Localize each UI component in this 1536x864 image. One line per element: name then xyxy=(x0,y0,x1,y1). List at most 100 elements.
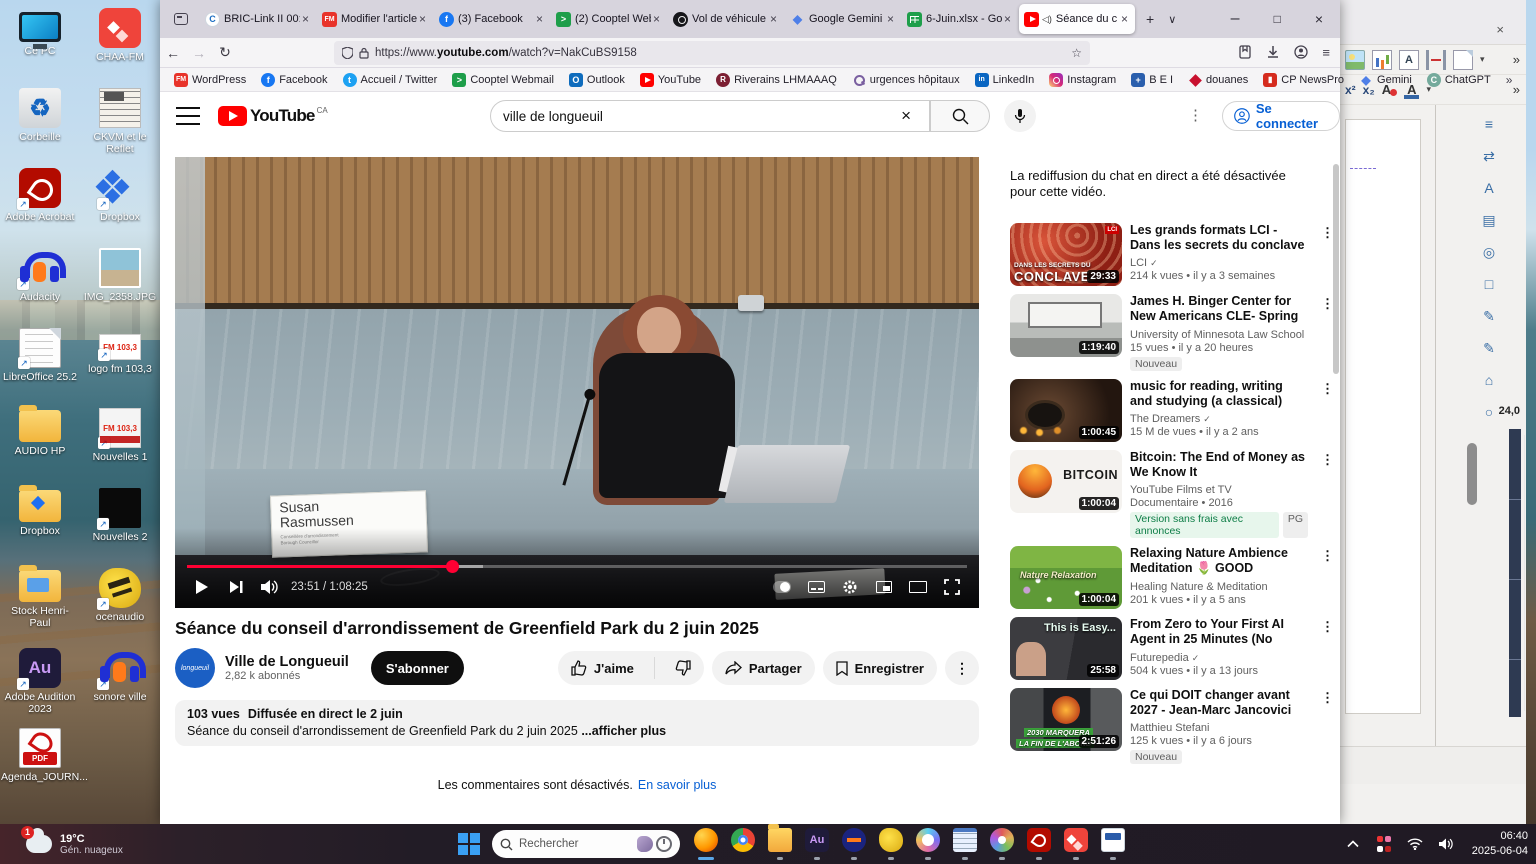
bookmark-item[interactable]: OOutlook xyxy=(569,73,625,87)
desktop-icon[interactable]: ↗LibreOffice 25.2 xyxy=(1,324,79,404)
list-tabs-icon[interactable]: ∨ xyxy=(1168,13,1176,26)
learn-more-link[interactable]: En savoir plus xyxy=(638,778,717,792)
desktop-icon[interactable]: Dropbox xyxy=(1,484,79,564)
taskbar-app-anydesk[interactable] xyxy=(1064,828,1088,860)
browser-tab[interactable]: 6-Juin.xlsx - Goo× xyxy=(902,4,1018,34)
video-thumbnail[interactable]: Nature Relaxation1:00:04 xyxy=(1010,546,1122,609)
bookmark-item[interactable]: CChatGPT xyxy=(1427,73,1491,87)
tab-close-icon[interactable]: × xyxy=(417,12,428,26)
bookmark-item[interactable]: ◆Gemini xyxy=(1359,73,1412,87)
tab-close-icon[interactable]: × xyxy=(768,12,779,26)
toolbar-overflow-icon[interactable]: » xyxy=(1513,52,1520,67)
maximize-button[interactable]: □ xyxy=(1257,12,1298,26)
sidebar-menu-icon[interactable]: ≡ xyxy=(1477,113,1501,135)
desktop-icon[interactable]: FM 103,3↗logo fm 103,3 xyxy=(81,324,159,404)
video-thumbnail[interactable]: 1:19:40 xyxy=(1010,294,1122,357)
desktop-icon[interactable]: AUDIO HP xyxy=(1,404,79,484)
play-button[interactable] xyxy=(185,573,219,601)
desktop-icon[interactable]: ↗ocenaudio xyxy=(81,564,159,644)
video-title[interactable]: Ce qui DOIT changer avant 2027 - Jean-Ma… xyxy=(1130,688,1308,719)
tab-close-icon[interactable]: × xyxy=(1119,12,1130,26)
suggested-video[interactable]: 2030 MARQUERALA FIN DE L'ABOND2:51:26 Ce … xyxy=(1010,688,1334,764)
bookmark-item[interactable]: fFacebook xyxy=(261,73,327,87)
desktop-icon[interactable]: ↗Dropbox xyxy=(81,164,159,244)
desktop-icon[interactable]: FM 103,3↗Nouvelles 1 xyxy=(81,404,159,484)
browser-tab[interactable]: Vol de véhicule× xyxy=(668,4,784,34)
subtitles-icon[interactable] xyxy=(799,573,833,601)
video-title[interactable]: Les grands formats LCI - Dans les secret… xyxy=(1130,223,1308,254)
insert-field-icon[interactable] xyxy=(1453,50,1473,70)
theater-mode-icon[interactable] xyxy=(901,573,935,601)
channel-name[interactable]: Ville de Longueuil xyxy=(225,654,349,670)
like-button[interactable]: J'aime xyxy=(558,651,647,685)
page-scrollbar[interactable] xyxy=(1333,164,1339,804)
taskbar-app-explorer[interactable] xyxy=(768,828,792,860)
gallery-icon[interactable]: ▤ xyxy=(1477,209,1501,231)
suggested-video[interactable]: 1:00:45music for reading, writing and st… xyxy=(1010,379,1334,442)
description-box[interactable]: 103 vuesDiffusée en direct le 2 juin Séa… xyxy=(175,700,979,746)
desktop-icon[interactable]: ↗sonore ville xyxy=(81,644,159,724)
video-title[interactable]: Relaxing Nature Ambience Meditation 🌷 GO… xyxy=(1130,546,1308,578)
suggested-video[interactable]: 1:19:40James H. Binger Center for New Am… xyxy=(1010,294,1334,371)
style-inspector-icon[interactable]: ✎ xyxy=(1477,305,1501,327)
fullscreen-icon[interactable] xyxy=(935,573,969,601)
more-actions-button[interactable]: ⋮ xyxy=(945,651,979,685)
progress-bar[interactable] xyxy=(187,565,967,568)
volume-icon[interactable] xyxy=(1437,835,1455,853)
save-page-icon[interactable] xyxy=(1238,45,1252,59)
browser-tab[interactable]: >(2) Cooptel Web× xyxy=(551,4,667,34)
taskbar-app-notepad[interactable] xyxy=(953,828,977,860)
insert-chart-icon[interactable] xyxy=(1372,50,1392,70)
dropdown-arrow-icon[interactable]: ▾ xyxy=(1480,54,1485,65)
tab-close-icon[interactable]: × xyxy=(1002,12,1013,26)
desktop-icon[interactable]: ↗Nouvelles 2 xyxy=(81,484,159,564)
taskbar-app-audition[interactable]: Au xyxy=(805,828,829,860)
back-button[interactable]: ← xyxy=(160,45,186,61)
bookmark-item[interactable]: FMWordPress xyxy=(174,73,246,87)
find-icon[interactable]: ○ xyxy=(1477,401,1501,423)
suggested-video[interactable]: LCIDANS LES SECRETS DUCONCLAVE29:33 Les g… xyxy=(1010,223,1334,286)
taskbar-app-acrobat[interactable] xyxy=(1027,828,1051,860)
taskbar-weather-widget[interactable]: 1 19°C Gén. nuageux xyxy=(26,833,123,856)
video-thumbnail[interactable]: LCIDANS LES SECRETS DUCONCLAVE29:33 xyxy=(1010,223,1122,286)
autoplay-toggle[interactable] xyxy=(765,573,799,601)
browser-tab[interactable]: ◆Google Gemini× xyxy=(785,4,901,34)
tab-close-icon[interactable]: × xyxy=(885,12,896,26)
search-button[interactable] xyxy=(930,100,990,132)
channel-avatar[interactable]: longueuil xyxy=(175,648,215,688)
scrollbar-thumb[interactable] xyxy=(1467,443,1477,505)
taskbar-search[interactable]: Rechercher xyxy=(492,830,680,858)
settings-gear-icon[interactable] xyxy=(833,573,867,601)
character-styles-icon[interactable]: A xyxy=(1477,177,1501,199)
reload-button[interactable]: ↻ xyxy=(212,44,238,61)
document-page[interactable] xyxy=(1345,119,1421,714)
bookmark-item[interactable]: tAccueil / Twitter xyxy=(343,73,438,87)
video-thumbnail[interactable]: This is Easy...25:58 xyxy=(1010,617,1122,680)
desktop-icon[interactable]: PDFAgenda_JOURN... xyxy=(1,724,79,804)
browser-tab[interactable]: FMModifier l'article× xyxy=(317,4,433,34)
volume-icon[interactable] xyxy=(253,573,287,601)
page-icon[interactable]: □ xyxy=(1477,273,1501,295)
libreoffice-window[interactable]: × A ▾ » x² x₂ A A ▾ » ≡⇄A▤◎□✎✎⌂○ 24,0 xyxy=(1338,0,1526,824)
insert-image-icon[interactable] xyxy=(1345,50,1365,70)
suggested-video[interactable]: Nature Relaxation1:00:04Relaxing Nature … xyxy=(1010,546,1334,609)
video-thumbnail[interactable]: 2030 MARQUERALA FIN DE L'ABOND2:51:26 xyxy=(1010,688,1122,751)
header-kebab-icon[interactable]: ⋮ xyxy=(1188,106,1203,124)
clear-search-icon[interactable]: × xyxy=(895,106,917,126)
new-tab-button[interactable]: + xyxy=(1146,11,1154,27)
save-button[interactable]: Enregistrer xyxy=(823,651,937,685)
browser-tab[interactable]: ◁)Séance du c× xyxy=(1019,4,1135,34)
bookmark-item[interactable]: inLinkedIn xyxy=(975,73,1035,87)
desktop-icon[interactable]: Au↗Adobe Audition 2023 xyxy=(1,644,79,724)
url-bar[interactable]: https://www.youtube.com/watch?v=NakCuBS9… xyxy=(334,41,1090,65)
suggested-video[interactable]: BITCOIN1:00:04Bitcoin: The End of Money … xyxy=(1010,450,1334,538)
tray-app-icon[interactable] xyxy=(1375,835,1393,853)
video-title[interactable]: James H. Binger Center for New Americans… xyxy=(1130,294,1308,326)
voice-search-button[interactable] xyxy=(1004,100,1036,132)
menu-icon[interactable]: ≡ xyxy=(1322,45,1330,60)
suggested-video[interactable]: This is Easy...25:58From Zero to Your Fi… xyxy=(1010,617,1334,680)
taskbar-app-ocenaudio[interactable] xyxy=(879,828,903,860)
browser-tab[interactable]: f(3) Facebook× xyxy=(434,4,550,34)
minimize-button[interactable]: – xyxy=(1214,10,1257,28)
tray-chevron-up-icon[interactable] xyxy=(1344,835,1362,853)
